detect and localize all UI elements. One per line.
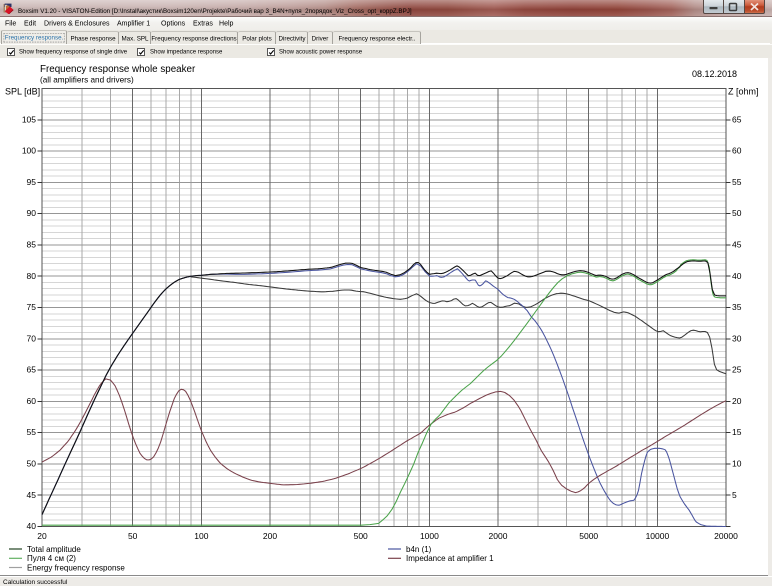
svg-text:100: 100 xyxy=(22,146,36,156)
svg-text:100: 100 xyxy=(194,531,208,541)
svg-text:95: 95 xyxy=(27,177,37,187)
svg-text:(all amplifiers and drivers): (all amplifiers and drivers) xyxy=(40,76,134,85)
svg-text:20: 20 xyxy=(37,531,47,541)
svg-text:60: 60 xyxy=(27,396,37,406)
svg-text:50: 50 xyxy=(732,208,742,218)
svg-text:45: 45 xyxy=(27,490,37,500)
svg-text:Z [ohm]: Z [ohm] xyxy=(728,87,759,97)
svg-text:Impedance at amplifier 1: Impedance at amplifier 1 xyxy=(406,554,494,563)
svg-text:45: 45 xyxy=(732,240,742,250)
svg-text:75: 75 xyxy=(27,302,37,312)
svg-text:55: 55 xyxy=(732,177,742,187)
svg-text:5000: 5000 xyxy=(579,531,598,541)
svg-text:65: 65 xyxy=(732,114,742,124)
svg-text:15: 15 xyxy=(732,427,742,437)
svg-text:50: 50 xyxy=(27,459,37,469)
svg-text:Total amplitude: Total amplitude xyxy=(27,545,81,554)
svg-text:Пуля 4 см (2): Пуля 4 см (2) xyxy=(27,554,76,563)
svg-text:5: 5 xyxy=(732,490,737,500)
svg-text:1000: 1000 xyxy=(420,531,439,541)
svg-text:08.12.2018: 08.12.2018 xyxy=(692,69,737,79)
svg-text:105: 105 xyxy=(22,114,36,124)
svg-text:SPL [dB]: SPL [dB] xyxy=(5,87,40,97)
svg-text:50: 50 xyxy=(128,531,138,541)
svg-text:85: 85 xyxy=(27,240,37,250)
svg-text:30: 30 xyxy=(732,333,742,343)
svg-text:55: 55 xyxy=(27,427,37,437)
svg-text:60: 60 xyxy=(732,146,742,156)
svg-text:500: 500 xyxy=(354,531,368,541)
svg-text:b4n (1): b4n (1) xyxy=(406,545,432,554)
svg-text:25: 25 xyxy=(732,365,742,375)
svg-text:40: 40 xyxy=(27,521,37,531)
svg-text:10: 10 xyxy=(732,459,742,469)
svg-text:90: 90 xyxy=(27,208,37,218)
svg-text:Frequency response whole speak: Frequency response whole speaker xyxy=(40,64,196,75)
svg-text:Energy frequency response: Energy frequency response xyxy=(27,563,125,572)
svg-text:10000: 10000 xyxy=(646,531,670,541)
svg-text:80: 80 xyxy=(27,271,37,281)
svg-text:35: 35 xyxy=(732,302,742,312)
svg-text:200: 200 xyxy=(263,531,277,541)
svg-text:20: 20 xyxy=(732,396,742,406)
svg-text:2000: 2000 xyxy=(489,531,508,541)
svg-text:70: 70 xyxy=(27,333,37,343)
svg-text:40: 40 xyxy=(732,271,742,281)
svg-text:20000: 20000 xyxy=(714,531,738,541)
svg-text:65: 65 xyxy=(27,365,37,375)
